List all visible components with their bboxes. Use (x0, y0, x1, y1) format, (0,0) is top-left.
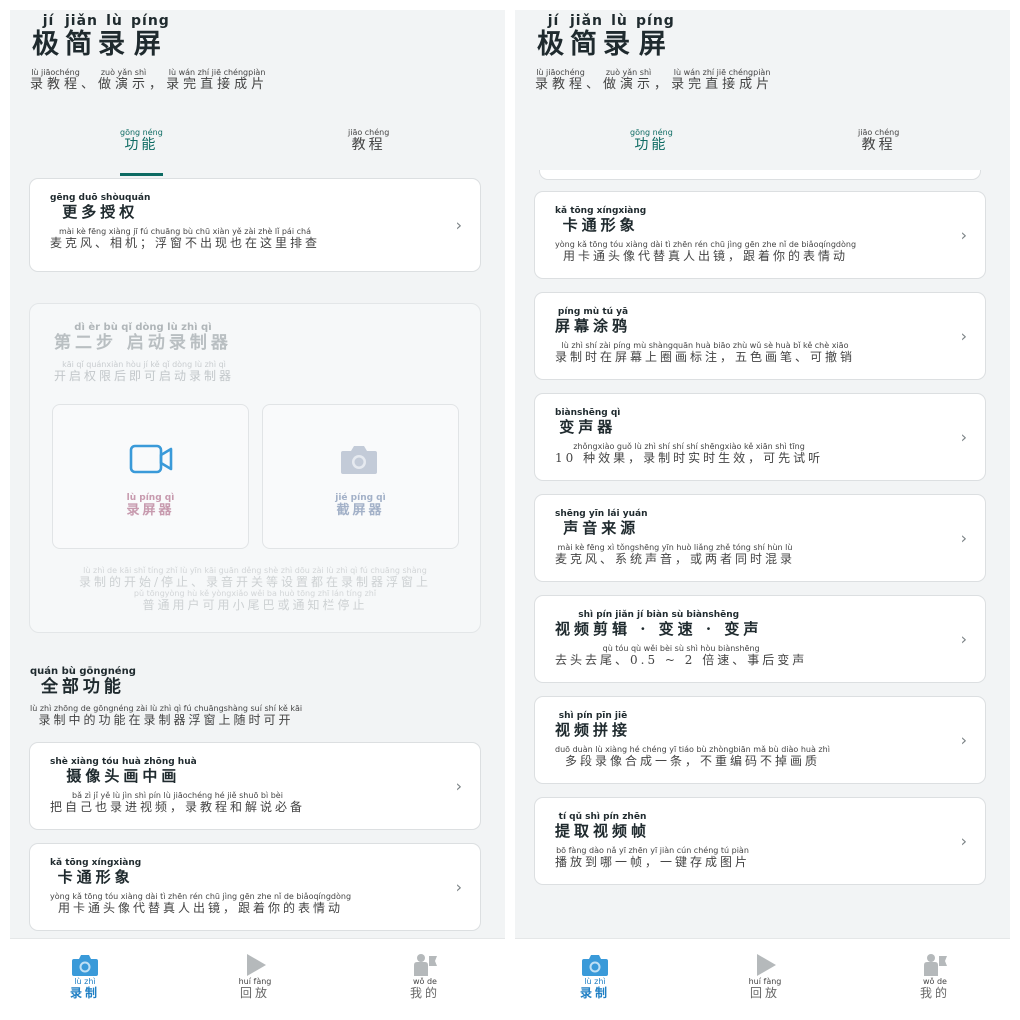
feature-screen-doodle[interactable]: 屏幕涂鸦píng mù tú yā 录制时在屏幕上圈画标注，五色画笔、可撤销lù… (534, 292, 986, 380)
bottom-tab-label: 录制lù zhì (69, 977, 100, 1000)
bottom-tab-label: 回放huí fàng (748, 977, 782, 1000)
card-title: 更多授权gēng duō shòuquán (50, 193, 151, 221)
card-desc: 10 种效果，录制时实时生效，可先试听zhǒngxiào guǒ lù zhì … (555, 442, 824, 465)
bottom-tab-label: 我的wǒ de (409, 977, 440, 1000)
feature-video-merge[interactable]: 视频拼接shì pín pīn jiē 多段录像合成一条，不重编码不掉画质duō… (534, 696, 986, 784)
camera-icon (341, 446, 377, 474)
bottom-tab-bar: 录制lù zhì 回放huí fàng 我的wǒ de (10, 938, 505, 1020)
card-title: 视频剪辑 · 变速 · 变声shì pín jiǎn jí biàn sù bi… (555, 610, 763, 638)
screenshot-tile[interactable]: 截屏器jié píng qì (262, 404, 459, 549)
tab-tutorials[interactable]: 教程jiāo chéng (858, 128, 899, 154)
user-icon (414, 954, 437, 976)
all-features-desc: 录制中的功能在录制器浮窗上随时可开lù zhì zhōng de gōngnén… (30, 704, 303, 727)
bottom-tab-label: 回放huí fàng (238, 977, 272, 1000)
card-desc: 播放到哪一帧，一键存成图片bō fàng dào nǎ yī zhēn yī j… (555, 846, 751, 869)
bottom-tab-mine[interactable]: 我的wǒ de (895, 953, 975, 1001)
feature-video-edit[interactable]: 视频剪辑 · 变速 · 变声shì pín jiǎn jí biàn sù bi… (534, 595, 986, 683)
all-features-title: 全部功能quán bù gōngnéng (30, 666, 136, 697)
chevron-right-icon: › (455, 776, 462, 796)
feature-cartoon-avatar[interactable]: 卡通形象kǎ tōng xíngxiàng 用卡通头像代替真人出镜，跟着你的表情… (29, 843, 481, 931)
bottom-tab-label: 我的wǒ de (919, 977, 950, 1000)
card-desc: 录制时在屏幕上圈画标注，五色画笔、可撤销lù zhì shí zài píng … (555, 341, 856, 364)
bottom-tab-record[interactable]: 录制lù zhì (45, 953, 125, 1001)
chevron-right-icon: › (960, 427, 967, 447)
app-title: 极jí简jiǎn录lù屏píng (32, 13, 170, 60)
screen-recorder-tile[interactable]: 录屏器lù píng qì (52, 404, 249, 549)
feature-voice-changer[interactable]: 变声器biànshēng qì 10 种效果，录制时实时生效，可先试听zhǒng… (534, 393, 986, 481)
card-desc: 把自己也录进视频，录教程和解说必备bǎ zì jǐ yě lù jìn shì … (50, 791, 306, 814)
tab-bar-top: 功能gōng néng 教程jiāo chéng (10, 122, 505, 176)
chevron-right-icon: › (960, 629, 967, 649)
step2-desc: 开启权限后即可启动录制器kāi qǐ quánxiàn hòu jí kě qǐ… (54, 360, 235, 383)
bottom-tab-playback[interactable]: 回放huí fàng (725, 953, 805, 1001)
play-icon (247, 954, 266, 976)
card-partial (539, 170, 981, 180)
tab-tutorials[interactable]: 教程jiāo chéng (348, 128, 389, 154)
video-camera-icon (129, 444, 173, 474)
chevron-right-icon: › (960, 326, 967, 346)
card-desc: 麦克风、相机；浮窗不出现也在这里排查mài kè fēng xiàng jī f… (50, 227, 321, 250)
bottom-tab-label: 录制lù zhì (579, 977, 610, 1000)
camera-icon (72, 955, 98, 976)
card-title: 摄像头画中画shè xiàng tóu huà zhōng huà (50, 757, 197, 785)
app-subtitle: 录教程lù jiāochéng、做演示zuò yǎn shì，录完直接成片lù … (535, 68, 774, 92)
screen-left: 极jí简jiǎn录lù屏píng 录教程lù jiāochéng、做演示zuò … (10, 10, 505, 1020)
chevron-right-icon: › (960, 225, 967, 245)
bottom-tab-bar: 录制lù zhì 回放huí fàng 我的wǒ de (515, 938, 1010, 1020)
feature-camera-pip[interactable]: 摄像头画中画shè xiàng tóu huà zhōng huà 把自己也录进… (29, 742, 481, 830)
step2-note: 录制的开始/停止、录音开关等设置都在录制器浮窗上lù zhì de kāi sh… (78, 566, 432, 612)
card-title: 卡通形象kǎ tōng xíngxiàng (555, 206, 647, 234)
card-title: 变声器biànshēng qì (555, 408, 621, 436)
app-subtitle: 录教程lù jiāochéng、做演示zuò yǎn shì，录完直接成片lù … (30, 68, 269, 92)
card-desc: 多段录像合成一条，不重编码不掉画质duō duàn lù xiàng hé ch… (555, 745, 830, 768)
chevron-right-icon: › (960, 831, 967, 851)
camera-icon (582, 955, 608, 976)
feature-audio-source[interactable]: 声音来源shēng yīn lái yuán 麦克风、系统声音，或两者同时混录m… (534, 494, 986, 582)
step2-card: 第二步 启动录制器dì èr bù qǐ dòng lù zhì qì 开启权限… (29, 303, 481, 633)
card-title: 视频拼接shì pín pīn jiē (555, 711, 632, 739)
bottom-tab-playback[interactable]: 回放huí fàng (215, 953, 295, 1001)
chevron-right-icon: › (960, 730, 967, 750)
feature-extract-frame[interactable]: 提取视频帧tí qǔ shì pín zhēn 播放到哪一帧，一键存成图片bō … (534, 797, 986, 885)
card-desc: 麦克风、系统声音，或两者同时混录mài kè fēng xì tǒngshēng… (555, 543, 796, 566)
card-title: 卡通形象kǎ tōng xíngxiàng (50, 858, 142, 886)
step2-title: 第二步 启动录制器dì èr bù qǐ dòng lù zhì qì (54, 322, 232, 353)
card-title: 屏幕涂鸦píng mù tú yā (555, 307, 632, 335)
more-permissions-card[interactable]: 更多授权gēng duō shòuquán 麦克风、相机；浮窗不出现也在这里排查… (29, 178, 481, 272)
card-title: 提取视频帧tí qǔ shì pín zhēn (555, 812, 651, 840)
tile-label-recorder: 录屏器lù píng qì (126, 493, 175, 518)
play-icon (757, 954, 776, 976)
card-desc: 用卡通头像代替真人出镜，跟着你的表情动yòng kǎ tōng tóu xiàn… (50, 892, 352, 915)
bottom-tab-mine[interactable]: 我的wǒ de (385, 953, 465, 1001)
tab-indicator (120, 173, 163, 176)
card-desc: 用卡通头像代替真人出镜，跟着你的表情动yòng kǎ tōng tóu xiàn… (555, 240, 857, 263)
tab-features[interactable]: 功能gōng néng (120, 128, 163, 154)
tab-bar-top: 功能gōng néng 教程jiāo chéng (515, 122, 1010, 176)
tab-features[interactable]: 功能gōng néng (630, 128, 673, 154)
user-icon (924, 954, 947, 976)
card-title: 声音来源shēng yīn lái yuán (555, 509, 648, 537)
app-title: 极jí简jiǎn录lù屏píng (537, 13, 675, 60)
chevron-right-icon: › (455, 877, 462, 897)
bottom-tab-record[interactable]: 录制lù zhì (555, 953, 635, 1001)
screen-right: 极jí简jiǎn录lù屏píng 录教程lù jiāochéng、做演示zuò … (515, 10, 1010, 1020)
chevron-right-icon: › (455, 215, 462, 235)
tile-label-screenshot: 截屏器jié píng qì (335, 493, 386, 518)
chevron-right-icon: › (960, 528, 967, 548)
feature-cartoon-avatar[interactable]: 卡通形象kǎ tōng xíngxiàng 用卡通头像代替真人出镜，跟着你的表情… (534, 191, 986, 279)
card-desc: 去头去尾、0.5 ~ 2 倍速、事后变声qù tóu qù wěi bèi sù… (555, 644, 808, 667)
